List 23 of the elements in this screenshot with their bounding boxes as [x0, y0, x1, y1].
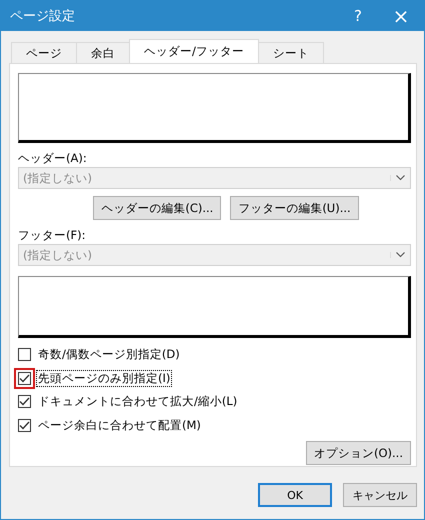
checkbox[interactable] — [18, 418, 31, 432]
footer-label: フッター(F): — [18, 228, 86, 244]
edit-button[interactable]: フッターの編集(U)... — [230, 196, 359, 220]
checkbox-label[interactable]: 先頭ページのみ別指定(I) — [36, 370, 172, 387]
tab[interactable]: シート — [258, 42, 324, 63]
dialog-button[interactable]: OK — [258, 483, 332, 507]
help-button[interactable]: ? — [338, 2, 378, 30]
options-button[interactable]: オプション(O)... — [306, 441, 411, 465]
caret-icon — [390, 252, 405, 258]
checkbox[interactable] — [18, 372, 31, 385]
checkbox[interactable] — [18, 348, 31, 362]
dialog-button[interactable]: キャンセル — [343, 483, 417, 507]
header-label: ヘッダー(A): — [18, 151, 88, 167]
checkbox-label[interactable]: 奇数/偶数ページ別指定(D) — [36, 346, 182, 364]
tab[interactable]: ページ — [11, 42, 77, 63]
checkbox-label[interactable]: ページ余白に合わせて配置(M) — [36, 416, 203, 434]
window-title: ページ設定 — [9, 8, 75, 25]
edit-button[interactable]: ヘッダーの編集(C)... — [93, 196, 222, 220]
checkbox-label[interactable]: ドキュメントに合わせて拡大/縮小(L) — [36, 393, 240, 410]
close-button[interactable]: × — [378, 2, 424, 30]
caret-icon — [390, 175, 405, 181]
checkbox[interactable] — [18, 395, 31, 408]
tab[interactable]: ヘッダー/フッター — [129, 39, 259, 63]
